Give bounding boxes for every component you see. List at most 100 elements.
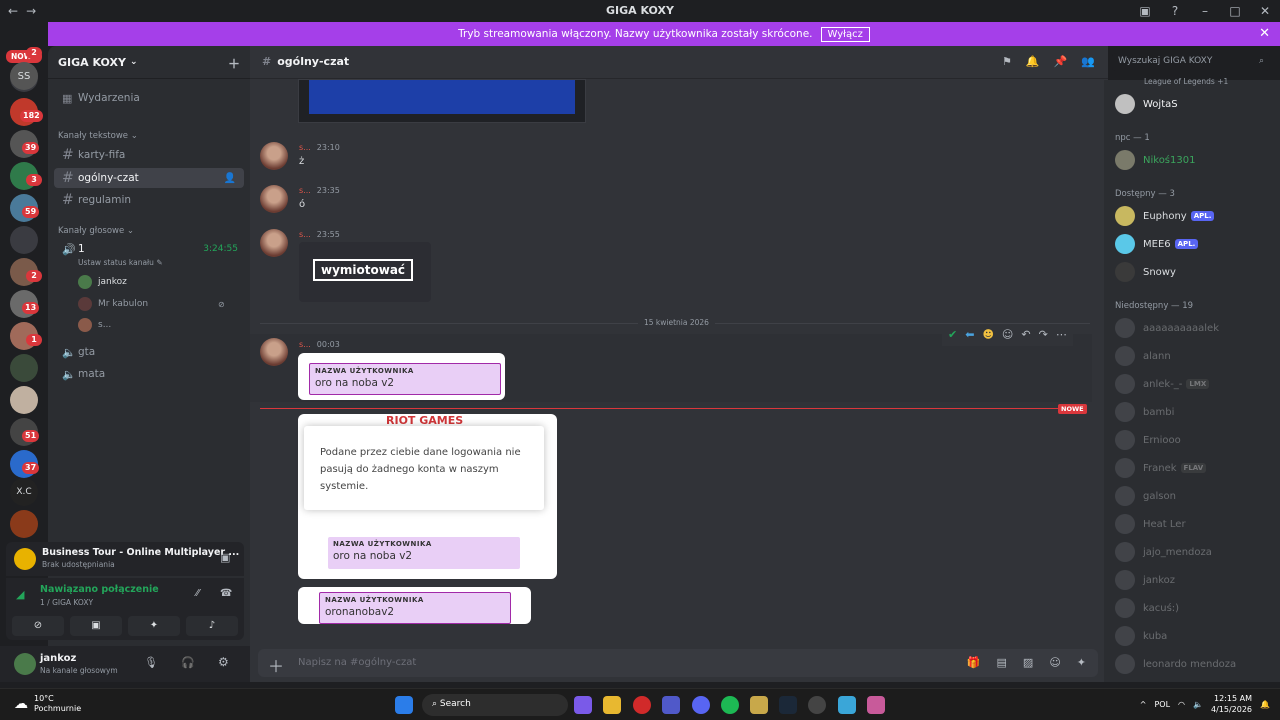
start-icon[interactable] [395,696,413,714]
more-icon[interactable]: ⋯ [1056,328,1067,344]
member-item[interactable]: Snowy [1115,262,1176,282]
disable-streamer-button[interactable]: Wyłącz [820,26,870,42]
bell-icon[interactable]: 🔔 [1026,55,1040,68]
activity-panel[interactable]: Business Tour - Online Multiplayer ... B… [6,542,244,576]
copilot-icon[interactable] [574,696,592,714]
voice-user[interactable]: jankoz [78,275,127,289]
member-item[interactable]: alann [1115,346,1171,366]
member-item[interactable]: Franek FLAV [1115,458,1207,478]
spotify-icon[interactable] [721,696,739,714]
voice-category[interactable]: Kanały głosowe ⌄ [58,226,134,236]
member-item[interactable]: jajo_mendoza [1115,542,1212,562]
wifi-icon[interactable]: ◠ [1178,700,1185,709]
screen-share-icon[interactable]: ▣ [220,551,230,564]
cool-reaction-icon[interactable]: ☻ [982,328,993,344]
member-item[interactable]: Nikoś1301 [1115,150,1195,170]
voice-channel-mata[interactable]: 🔈 mata [54,364,244,384]
voice-channel-gta[interactable]: 🔈 gta [54,342,244,362]
headphones-icon[interactable]: 🎧 [181,656,195,669]
screen-share-button[interactable]: ▣ [70,616,122,636]
member-item[interactable]: MEE6 APL. [1115,234,1199,254]
noise-suppression-icon[interactable]: ⁄⁄ [196,588,199,599]
gift-icon[interactable]: 🎁 [967,656,981,669]
microphone-icon[interactable]: 🎙 [144,656,158,669]
close-banner-icon[interactable]: ✕ [1259,26,1270,41]
camera-button[interactable]: ⊘ [12,616,64,636]
server-xc[interactable]: X.C [10,478,38,506]
file-explorer-icon[interactable] [603,696,621,714]
opera-icon[interactable] [633,696,651,714]
gif-icon[interactable]: ▤ [997,656,1007,669]
member-item[interactable]: kuba [1115,626,1167,646]
avatar[interactable] [260,338,288,366]
language-indicator[interactable]: POL [1154,700,1170,709]
add-reaction-icon[interactable]: ☺ [1002,328,1013,344]
settings-gear-icon[interactable]: ⚙ [218,655,229,669]
add-member-icon[interactable]: 👤 [224,173,236,184]
maximize-button[interactable]: □ [1220,0,1250,22]
voice-channel-1[interactable]: 🔊 1 3:24:55 [54,239,244,259]
app-icon[interactable] [867,696,885,714]
member-item[interactable]: jankoz [1115,570,1175,590]
guild-header[interactable]: GIGA KOXY ⌄ ＋ [48,46,250,79]
threads-icon[interactable]: ⚑ [1002,55,1012,68]
member-item[interactable]: WojtaS [1115,94,1178,114]
member-item[interactable]: leonardo mendoza [1115,654,1236,674]
discord-icon[interactable] [692,696,710,714]
server-icon[interactable] [10,510,38,538]
member-list-icon[interactable]: 👥 [1081,55,1095,68]
image-attachment[interactable]: wymiotować [299,242,431,302]
forward-icon[interactable]: ↷ [1039,328,1048,344]
disconnect-icon[interactable]: ☎ [220,588,232,599]
tray-chevron-icon[interactable]: ^ [1140,700,1147,709]
steam-icon[interactable] [779,696,797,714]
events-item[interactable]: ▦ Wydarzenia [54,88,244,108]
pin-icon[interactable]: 📌 [1054,55,1068,68]
text-category[interactable]: Kanały tekstowe ⌄ [58,131,138,141]
signal-icon[interactable]: ◢ [16,588,24,601]
avatar[interactable] [260,185,288,213]
arrow-reaction-icon[interactable]: ⬅ [965,328,974,344]
member-item[interactable]: Heat Ler [1115,514,1186,534]
set-channel-status[interactable]: Ustaw status kanału ✎ [78,258,163,267]
volume-icon[interactable]: 🔈 [1193,700,1203,709]
reply-icon[interactable]: ↶ [1021,328,1030,344]
inbox-icon[interactable]: ▣ [1130,0,1160,22]
invite-icon[interactable]: ＋ [228,55,240,72]
member-item[interactable]: Euphony APL. [1115,206,1215,226]
avatar[interactable] [260,142,288,170]
app-icon[interactable] [808,696,826,714]
teams-icon[interactable] [662,696,680,714]
search-input[interactable]: Wyszukaj GIGA KOXY ⌕ [1112,53,1270,71]
server-ss[interactable]: SS [10,62,38,90]
sticker-icon[interactable]: ▨ [1023,656,1033,669]
member-item[interactable]: Erniooo [1115,430,1181,450]
server-icon[interactable] [10,226,38,254]
channel-ogolny-czat[interactable]: # ogólny-czat 👤 [54,168,244,188]
image-attachment[interactable] [298,79,586,123]
weather-widget[interactable]: ☁ 10°C Pochmurnie [14,694,81,714]
notepad-icon[interactable] [838,696,856,714]
taskbar-search[interactable]: ⌕ Search [422,694,568,716]
member-item[interactable]: anlek-_- LMX [1115,374,1210,394]
member-item[interactable]: bambi [1115,402,1174,422]
minimize-button[interactable]: – [1190,0,1220,22]
close-button[interactable]: ✕ [1250,0,1280,22]
help-icon[interactable]: ? [1160,0,1190,22]
activities-button[interactable]: ✦ [128,616,180,636]
server-icon[interactable] [10,354,38,382]
league-icon[interactable] [750,696,768,714]
apps-icon[interactable]: ✦ [1077,656,1086,669]
server-icon[interactable] [10,386,38,414]
image-attachment[interactable]: NAZWA UŻYTKOWNIKA oronanobav2 [298,587,531,624]
avatar[interactable] [14,653,36,675]
member-item[interactable]: aaaaaaaaaalek [1115,318,1219,338]
check-reaction-icon[interactable]: ✔ [948,328,957,344]
add-attachment-icon[interactable]: ＋ [268,653,284,677]
avatar[interactable] [260,229,288,257]
emoji-icon[interactable]: ☺ [1049,656,1060,669]
voice-user[interactable]: s... [78,318,111,332]
voice-user[interactable]: Mr kabulon ⊘ [78,297,225,311]
clock[interactable]: 12:15 AM 4/15/2026 [1211,693,1252,715]
notifications-icon[interactable]: 🔔 [1260,700,1270,709]
